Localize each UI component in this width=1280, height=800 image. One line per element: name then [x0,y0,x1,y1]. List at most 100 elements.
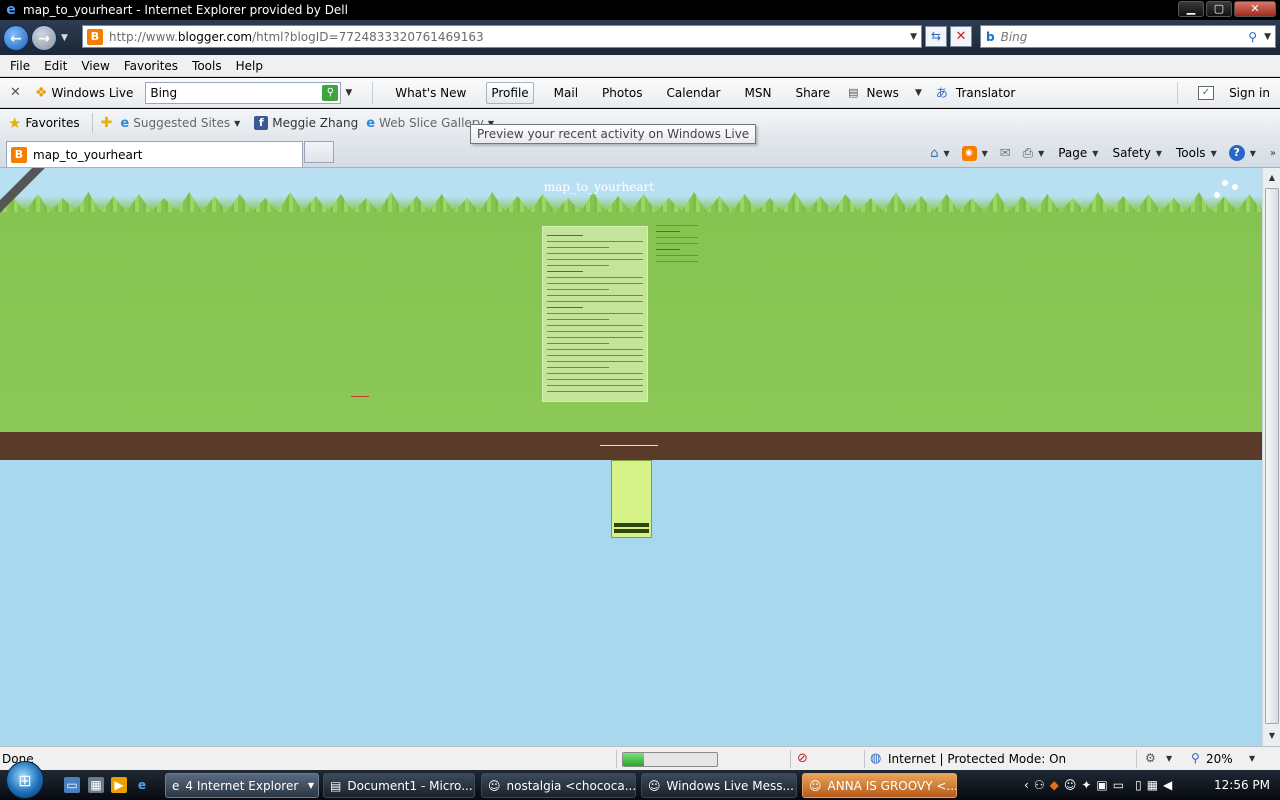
live-search-go-icon[interactable]: ⚲ [322,84,339,101]
window-controls: ▁ ▢ ✕ [1178,1,1276,17]
tray-network-icon[interactable]: ⚇ [1034,778,1045,792]
suggested-sites-dropdown-icon[interactable]: ▼ [234,119,240,128]
search-options-icon[interactable]: ▼ [1264,32,1271,42]
internet-explorer-icon[interactable]: e [134,777,150,793]
page-dropdown-icon[interactable]: ▼ [1092,149,1098,158]
whats-new-link[interactable]: What's New [391,83,470,103]
tray-messenger-icon[interactable]: ☺ [1064,778,1077,792]
menu-favorites[interactable]: Favorites [124,59,178,73]
home-icon[interactable]: ⌂ [930,146,938,161]
media-player-icon[interactable]: ▶ [111,777,127,793]
news-dropdown-icon[interactable]: ▼ [915,88,922,98]
system-clock[interactable]: 12:56 PM [1214,778,1270,792]
close-window-button[interactable]: ✕ [1234,1,1276,17]
taskbar-button-internet-explorer[interactable]: e4 Internet Explorer ▼ [165,773,319,798]
tray-tools-icon[interactable]: ✦ [1081,778,1091,792]
switch-windows-icon[interactable]: ▦ [88,777,104,793]
live-search-input[interactable]: Bing ⚲ [145,81,342,104]
tray-expand-icon[interactable]: ‹ [1024,778,1029,792]
recent-pages-dropdown[interactable]: ▼ [61,33,68,43]
read-mail-icon[interactable]: ✉ [1000,146,1011,161]
taskbar-button-messenger-nostalgia[interactable]: ☺ nostalgia <chococa... [481,773,636,798]
page-content[interactable]: map_to_yourheart [0,168,1262,746]
calendar-link[interactable]: Calendar [663,83,725,103]
chat-widget[interactable] [611,460,652,538]
menu-view[interactable]: View [81,59,109,73]
profile-link[interactable]: Profile [486,81,534,104]
suggested-sites-link[interactable]: Suggested Sites [133,116,230,130]
feeds-dropdown-icon[interactable]: ▼ [982,149,988,158]
tray-connection-icon[interactable]: ▦ [1147,778,1158,792]
maximize-button[interactable]: ▢ [1206,1,1232,17]
vertical-scrollbar[interactable]: ▲ ▼ [1262,168,1280,746]
stop-button[interactable]: ✕ [950,26,972,47]
checkbox-icon[interactable]: ✓ [1198,85,1214,100]
scrollbar-thumb[interactable] [1265,188,1279,724]
live-search-dropdown-icon[interactable]: ▼ [345,88,352,98]
scroll-down-icon[interactable]: ▼ [1264,728,1280,744]
tools-menu-button[interactable]: Tools [1176,146,1206,160]
tray-display-icon[interactable]: ▣ [1096,778,1107,792]
back-button[interactable]: ← [3,24,29,51]
volume-icon[interactable]: ◀ [1163,778,1172,792]
photos-link[interactable]: Photos [598,83,646,103]
tray-device-icon[interactable]: ▯ [1135,778,1142,792]
msn-link[interactable]: MSN [741,83,776,103]
address-input[interactable]: B http://www.blogger.com/html?blogID=772… [82,25,922,48]
mail-link[interactable]: Mail [550,83,582,103]
tools-dropdown-icon[interactable]: ▼ [1211,149,1217,158]
close-toolbar-icon[interactable]: ✕ [10,85,21,100]
security-zone-text[interactable]: Internet | Protected Mode: On [888,752,1066,766]
favorites-button[interactable]: Favorites [25,116,79,130]
address-dropdown-icon[interactable]: ▼ [910,32,917,42]
translator-button[interactable]: Translator [952,83,1019,103]
status-dropdown-icon[interactable]: ▼ [1166,754,1172,763]
blog-title[interactable]: map_to_yourheart [0,180,1198,194]
search-input[interactable]: b Bing ⚲ ▼ [980,25,1276,48]
help-dropdown-icon[interactable]: ▼ [1250,149,1256,158]
add-to-favorites-icon[interactable]: ✚ [101,115,113,131]
zoom-dropdown-icon[interactable]: ▼ [1249,754,1255,763]
privacy-blocked-icon[interactable]: ⊘ [797,751,808,766]
facebook-favorite-link[interactable]: Meggie Zhang [272,116,358,130]
search-icon[interactable]: ⚲ [1248,30,1257,44]
left-link[interactable] [351,396,369,397]
rss-feed-icon[interactable]: ◉ [961,145,977,161]
menu-tools[interactable]: Tools [192,59,222,73]
share-link[interactable]: Share [791,83,834,103]
address-url[interactable]: http://www.blogger.com/html?blogID=77248… [109,30,484,44]
news-button[interactable]: News [863,83,903,103]
menu-help[interactable]: Help [236,59,263,73]
print-dropdown-icon[interactable]: ▼ [1038,149,1044,158]
zoom-level[interactable]: 20% [1206,752,1233,766]
taskbar-button-messenger-anna[interactable]: ☺ ANNA IS GROOVY <... [802,773,957,798]
menu-file[interactable]: File [10,59,30,73]
help-icon[interactable]: ? [1228,145,1245,161]
change-status-icon[interactable]: ⚙ [1145,751,1156,765]
new-tab-button[interactable] [304,141,334,163]
web-slice-gallery-link[interactable]: Web Slice Gallery [379,116,484,130]
menu-edit[interactable]: Edit [44,59,67,73]
sign-in-link[interactable]: Sign in [1229,86,1270,100]
taskbar-button-word[interactable]: ▤ Document1 - Micro... [323,773,475,798]
minimize-button[interactable]: ▁ [1178,1,1204,17]
widget-input[interactable] [614,523,649,527]
chevron-right-icon[interactable]: » [1270,148,1276,159]
start-button[interactable]: ⊞ [6,761,44,799]
show-desktop-icon[interactable]: ▭ [64,777,80,793]
forward-button[interactable]: → [31,24,57,51]
tray-app-icon[interactable]: ◆ [1050,778,1059,792]
scroll-up-icon[interactable]: ▲ [1264,170,1280,186]
tab-map-to-yourheart[interactable]: B map_to_yourheart [6,141,303,167]
refresh-button[interactable]: ⇆ [925,26,947,47]
toolbar-separator [372,81,374,104]
page-menu-button[interactable]: Page [1058,146,1087,160]
safety-dropdown-icon[interactable]: ▼ [1156,149,1162,158]
taskbar-button-windows-live-messenger[interactable]: ☺ Windows Live Mess... [641,773,797,798]
windows-live-label[interactable]: Windows Live [51,86,133,100]
safety-menu-button[interactable]: Safety [1112,146,1150,160]
widget-submit[interactable] [614,529,649,533]
print-icon[interactable]: ⎙ [1023,146,1033,161]
tray-monitor-icon[interactable]: ▭ [1113,778,1124,792]
home-dropdown-icon[interactable]: ▼ [943,149,949,158]
